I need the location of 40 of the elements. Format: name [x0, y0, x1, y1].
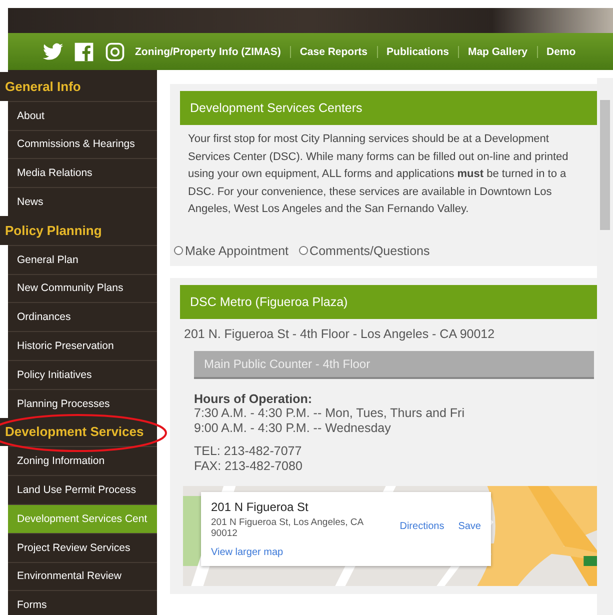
- nav-link[interactable]: Publications: [386, 46, 459, 58]
- nav-link[interactable]: Demo: [546, 46, 585, 58]
- sidebar-item[interactable]: Ordinances: [8, 302, 157, 332]
- sidebar-item[interactable]: Policy Initiatives: [8, 360, 157, 389]
- place-address: 201 N Figueroa St, Los Angeles, CA 90012: [211, 516, 364, 538]
- phone-line: TEL: 213-482-7077: [194, 444, 303, 458]
- sidebar-item[interactable]: Historic Preservation: [8, 331, 157, 360]
- hours-line: 9:00 A.M. - 4:30 P.M. -- Wednesday: [194, 420, 392, 436]
- hours-heading: Hours of Operation:: [194, 392, 314, 406]
- facebook-icon[interactable]: [73, 40, 95, 62]
- sidebar-heading[interactable]: Development Services: [0, 418, 157, 446]
- directions-link[interactable]: Directions: [400, 520, 444, 532]
- card-title: DSC Metro (Figueroa Plaza): [180, 284, 599, 318]
- sidebar-item[interactable]: Zoning Information: [8, 446, 157, 476]
- card-title: Development Services Centers: [180, 91, 599, 125]
- sidebar-item[interactable]: Project Review Services: [8, 532, 157, 562]
- scroll-thumb[interactable]: [600, 100, 610, 230]
- nav-link[interactable]: Map Gallery: [468, 46, 538, 58]
- camera-icon[interactable]: [104, 40, 126, 62]
- nav-link[interactable]: Zoning/Property Info (ZIMAS): [135, 46, 291, 58]
- address-text: 201 N. Figueroa St - 4th Floor - Los Angeles - CA 90012: [184, 326, 496, 340]
- counter-heading: Main Public Counter - 4th Floor: [194, 350, 594, 378]
- scrollbar[interactable]: [597, 78, 613, 615]
- sidebar-item[interactable]: About: [8, 100, 157, 130]
- hours-line: 7:30 A.M. - 4:30 P.M. -- Mon, Tues, Thurs and Fri: [194, 406, 466, 420]
- radio-option[interactable]: Make Appointment: [174, 244, 289, 258]
- sidebar-item[interactable]: Forms: [8, 590, 157, 615]
- bird-icon[interactable]: [42, 40, 64, 62]
- save-link[interactable]: Save: [458, 520, 481, 532]
- sidebar-item[interactable]: General Plan: [8, 244, 157, 274]
- phone-line: FAX: 213-482-7080: [194, 458, 304, 474]
- radio-option[interactable]: Comments/Questions: [298, 244, 430, 258]
- sidebar-item[interactable]: Media Relations: [8, 158, 157, 188]
- place-title: 201 N Figueroa St: [211, 500, 310, 514]
- larger-map-link[interactable]: View larger map: [211, 546, 481, 558]
- nav-link[interactable]: Case Reports: [300, 46, 378, 58]
- sidebar-item[interactable]: Commissions & Hearings: [8, 130, 157, 158]
- sidebar-item[interactable]: Environmental Review: [8, 562, 157, 590]
- sidebar-item[interactable]: New Community Plans: [8, 274, 157, 302]
- intro-paragraph: Your first stop for most City Planning services should be at a Development Services Center (DSC). While many forms can be filled out on-line and printed using your own equipment, ALL forms and applications must be turned in to a DSC. For your convenience, these services are available in Downtown Los Angeles, West Los Angeles and the San Fernando Valley.: [188, 132, 570, 217]
